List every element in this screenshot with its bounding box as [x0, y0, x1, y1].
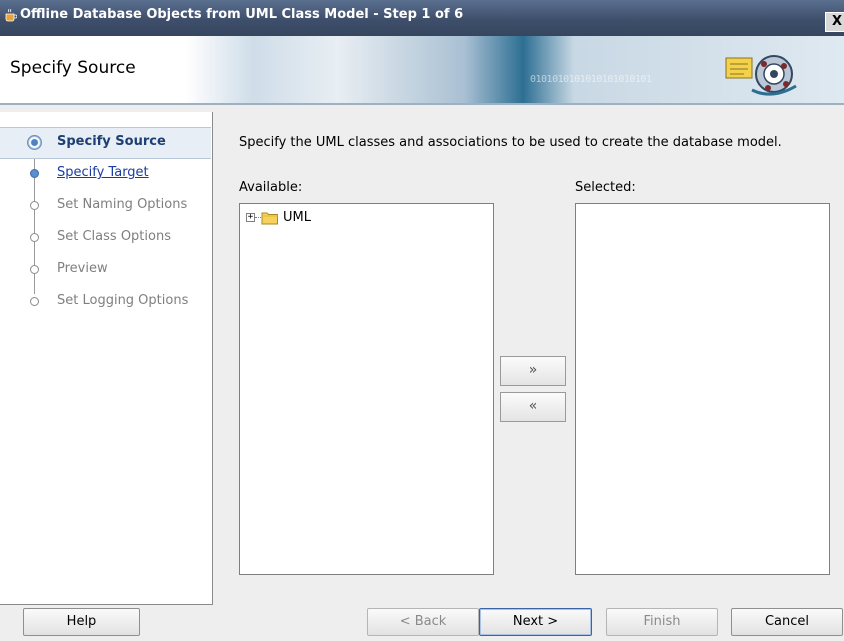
finish-button[interactable]: Finish — [606, 608, 718, 636]
page-title: Specify Source — [10, 58, 136, 78]
next-button[interactable]: Next > — [479, 608, 592, 636]
step-label: Set Logging Options — [57, 293, 189, 308]
instruction-text: Specify the UML classes and associations… — [239, 135, 782, 150]
step-label: Preview — [57, 261, 108, 276]
title-bar: Offline Database Objects from UML Class … — [0, 0, 844, 36]
close-button[interactable]: X — [825, 12, 844, 32]
step-set-logging-options: Set Logging Options — [0, 287, 211, 317]
tree-item-label: UML — [283, 210, 311, 225]
app-icon — [3, 8, 18, 22]
step-label: Set Naming Options — [57, 197, 188, 212]
step-label: Specify Source — [57, 134, 166, 149]
step-label: Specify Target — [57, 165, 149, 180]
wizard-steps-panel: Specify Source Specify Target Set Naming… — [0, 112, 213, 605]
selected-label: Selected: — [575, 180, 636, 195]
add-selected-button[interactable]: » — [500, 356, 566, 386]
expand-icon[interactable]: + — [246, 213, 255, 222]
step-preview: Preview — [0, 255, 211, 285]
header-decoration-text: 0101010101010101010101 — [530, 74, 652, 85]
step-set-naming-options: Set Naming Options — [0, 191, 211, 221]
step-label: Set Class Options — [57, 229, 171, 244]
back-button[interactable]: < Back — [367, 608, 479, 636]
step-set-class-options: Set Class Options — [0, 223, 211, 253]
available-tree[interactable]: + UML — [239, 203, 494, 575]
step-specify-source[interactable]: Specify Source — [0, 127, 211, 159]
selected-list[interactable] — [575, 203, 830, 575]
header-divider — [0, 103, 844, 105]
step-dot-icon — [30, 297, 39, 306]
cancel-button[interactable]: Cancel — [731, 608, 843, 636]
remove-selected-button[interactable]: « — [500, 392, 566, 422]
step-dot-icon — [30, 201, 39, 210]
window-title: Offline Database Objects from UML Class … — [20, 7, 464, 22]
available-label: Available: — [239, 180, 303, 195]
step-dot-icon — [30, 233, 39, 242]
wizard-header: Specify Source 0101010101010101010101 — [0, 36, 844, 103]
current-step-icon — [27, 135, 42, 150]
help-button[interactable]: Help — [23, 608, 140, 636]
folder-icon — [261, 210, 279, 225]
step-dot-icon — [30, 169, 39, 178]
step-dot-icon — [30, 265, 39, 274]
wizard-graphic-icon — [722, 46, 802, 98]
step-specify-target[interactable]: Specify Target — [0, 159, 211, 189]
